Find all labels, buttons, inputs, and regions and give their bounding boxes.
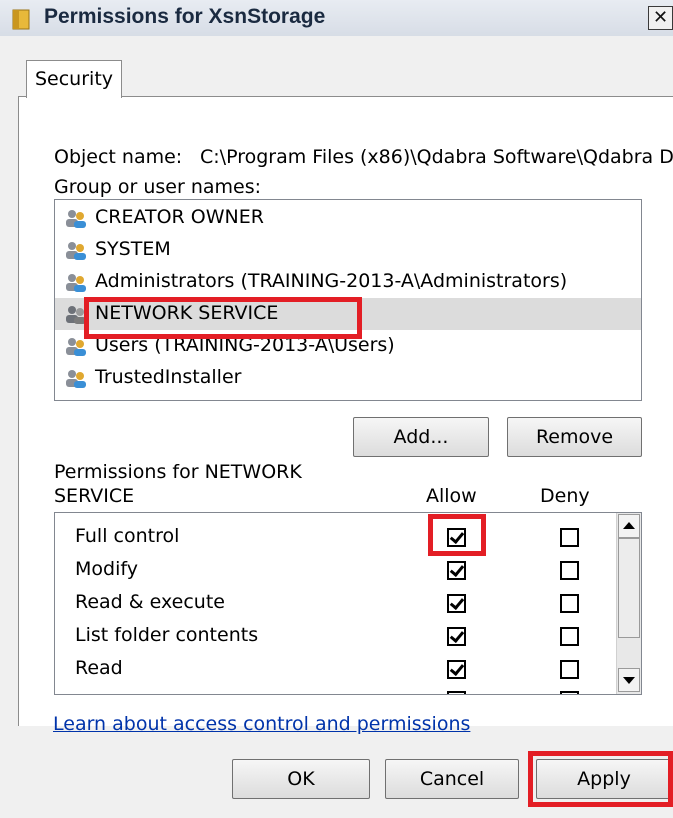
users-icon [66, 210, 86, 228]
allow-checkbox[interactable] [447, 660, 466, 679]
permissions-scrollbar[interactable] [616, 513, 641, 694]
list-item-users[interactable]: Users (TRAINING-2013-A\Users) [55, 330, 641, 362]
folder-icon [12, 9, 30, 30]
permission-name: Full control [75, 525, 180, 547]
deny-checkbox[interactable] [560, 660, 579, 679]
users-icon [66, 274, 86, 292]
cancel-button[interactable]: Cancel [385, 759, 519, 799]
apply-button[interactable]: Apply [536, 759, 672, 799]
learn-access-control-link[interactable]: Learn about access control and permissio… [53, 713, 470, 735]
deny-checkbox[interactable] [560, 561, 579, 580]
list-item-label: Administrators (TRAINING-2013-A\Administ… [95, 270, 568, 292]
tab-security[interactable]: Security [26, 60, 122, 98]
list-item-label: CREATOR OWNER [95, 206, 264, 228]
permissions-header-line2: SERVICE [54, 485, 135, 507]
ok-button[interactable]: OK [232, 759, 370, 799]
deny-checkbox-partial[interactable] [560, 691, 579, 694]
permission-name: Read & execute [75, 591, 225, 613]
add-button[interactable]: Add... [353, 417, 489, 457]
list-item-label: NETWORK SERVICE [95, 302, 279, 324]
permission-name: List folder contents [75, 624, 259, 646]
group-list-label: Group or user names: [54, 176, 262, 198]
deny-checkbox[interactable] [560, 528, 579, 547]
users-icon [66, 370, 86, 388]
remove-button[interactable]: Remove [507, 417, 642, 457]
list-item-creator-owner[interactable]: CREATOR OWNER [55, 202, 641, 234]
object-name-label: Object name: [54, 146, 183, 168]
allow-checkbox[interactable] [447, 627, 466, 646]
deny-column-header: Deny [540, 485, 590, 507]
scroll-down-button[interactable] [618, 668, 640, 692]
deny-checkbox[interactable] [560, 627, 579, 646]
permission-row-modify: Modify [55, 554, 615, 587]
allow-checkbox[interactable] [447, 561, 466, 580]
group-user-listbox[interactable]: CREATOR OWNER SYSTEM Administrators (TRA… [54, 199, 642, 401]
close-button[interactable]: ✕ [648, 6, 673, 30]
users-icon [66, 306, 86, 324]
title-bar[interactable]: Permissions for XsnStorage ✕ [0, 0, 673, 36]
list-item-administrators[interactable]: Administrators (TRAINING-2013-A\Administ… [55, 266, 641, 298]
permission-row-read-execute: Read & execute [55, 587, 615, 620]
scroll-thumb[interactable] [618, 538, 640, 638]
permission-row-read: Read [55, 653, 615, 686]
scroll-up-button[interactable] [618, 514, 640, 538]
chevron-down-icon [623, 677, 635, 684]
window-title: Permissions for XsnStorage [44, 5, 326, 28]
deny-checkbox[interactable] [560, 594, 579, 613]
list-item-system[interactable]: SYSTEM [55, 234, 641, 266]
list-item-label: TrustedInstaller [95, 366, 242, 388]
users-icon [66, 338, 86, 356]
permission-name: Read [75, 657, 123, 679]
object-name-value: C:\Program Files (x86)\Qdabra Software\Q… [200, 146, 673, 168]
allow-checkbox-partial[interactable] [447, 691, 466, 694]
permission-row-full-control: Full control [55, 521, 615, 554]
list-item-label: Users (TRAINING-2013-A\Users) [95, 334, 395, 356]
permissions-header-line1: Permissions for NETWORK [54, 461, 302, 483]
allow-checkbox[interactable] [447, 594, 466, 613]
permission-row-list-folder-contents: List folder contents [55, 620, 615, 653]
list-item-label: SYSTEM [95, 238, 171, 260]
chevron-up-icon [623, 522, 635, 529]
permissions-table: Full control Modify Read & execute List … [54, 512, 642, 695]
list-item-network-service[interactable]: NETWORK SERVICE [55, 298, 641, 330]
permission-name: Modify [75, 558, 138, 580]
users-icon [66, 242, 86, 260]
list-item-trustedinstaller[interactable]: TrustedInstaller [55, 362, 641, 394]
allow-checkbox[interactable] [447, 528, 466, 547]
allow-column-header: Allow [426, 485, 477, 507]
